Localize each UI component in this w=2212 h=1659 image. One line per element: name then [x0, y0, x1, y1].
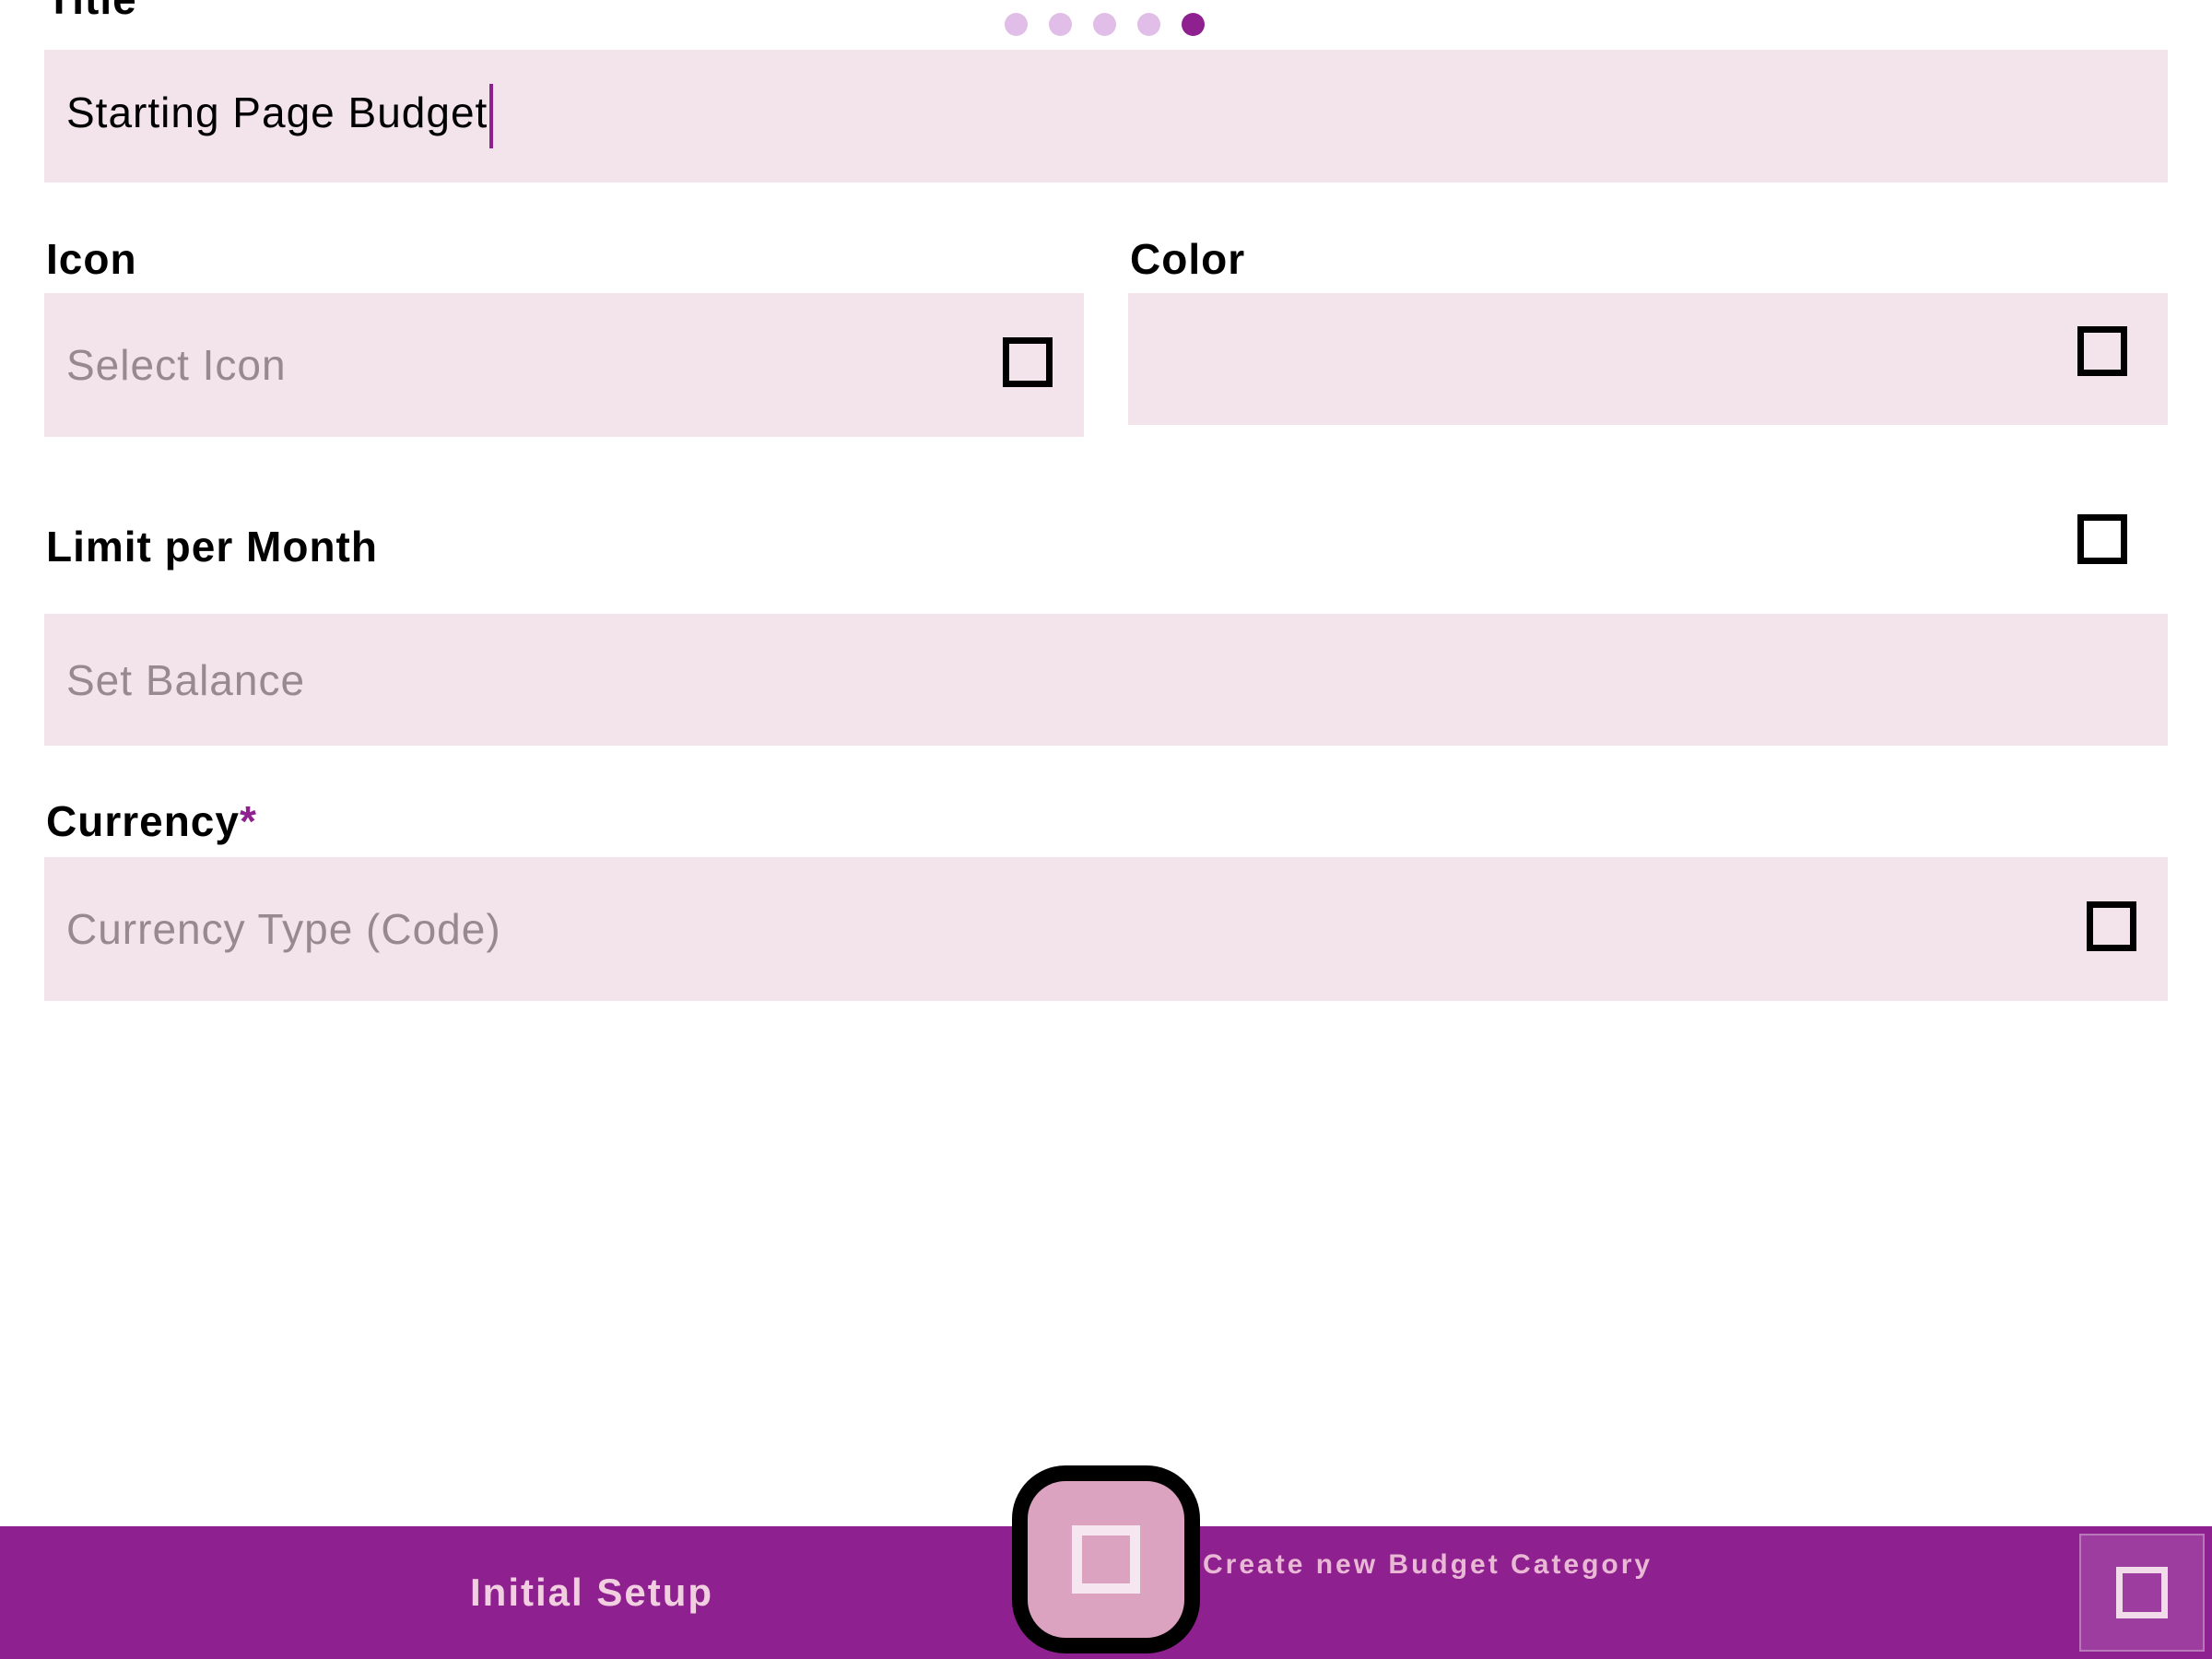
- currency-label: Currency*: [46, 796, 257, 846]
- text-caret: [489, 84, 494, 148]
- corner-menu-button[interactable]: [2079, 1534, 2205, 1652]
- fab-square-icon: [1072, 1525, 1140, 1594]
- page-dot-2[interactable]: [1049, 13, 1072, 36]
- create-category-fab[interactable]: [1012, 1465, 1200, 1653]
- required-asterisk: *: [239, 797, 257, 845]
- icon-select[interactable]: Select Icon: [44, 293, 1084, 437]
- budget-category-form-screen: Title Starting Page Budget Icon Select I…: [0, 0, 2212, 1659]
- currency-dropdown-icon[interactable]: [2087, 901, 2136, 951]
- currency-select[interactable]: Currency Type (Code): [44, 857, 2168, 1001]
- limit-label: Limit per Month: [46, 523, 378, 571]
- title-input-value: Starting Page Budget: [66, 84, 494, 148]
- limit-balance-placeholder: Set Balance: [66, 655, 306, 704]
- color-picker-field[interactable]: [1128, 293, 2168, 425]
- currency-select-placeholder: Currency Type (Code): [66, 905, 501, 953]
- color-label: Color: [1130, 235, 1246, 283]
- currency-label-text: Currency: [46, 797, 240, 845]
- page-dot-5-active[interactable]: [1182, 13, 1205, 36]
- color-picker-icon[interactable]: [2077, 326, 2127, 376]
- page-dot-1[interactable]: [1005, 13, 1028, 36]
- limit-toggle-icon[interactable]: [2077, 514, 2127, 564]
- corner-square-icon: [2116, 1567, 2168, 1618]
- tab-initial-setup[interactable]: Initial Setup: [470, 1571, 713, 1615]
- page-dot-4[interactable]: [1137, 13, 1160, 36]
- icon-select-placeholder: Select Icon: [66, 341, 287, 389]
- page-indicator: [1005, 13, 1205, 36]
- page-dot-3[interactable]: [1093, 13, 1116, 36]
- title-input[interactable]: Starting Page Budget: [44, 50, 2168, 182]
- icon-dropdown-icon[interactable]: [1003, 337, 1053, 387]
- icon-label: Icon: [46, 235, 137, 283]
- limit-balance-input[interactable]: Set Balance: [44, 614, 2168, 746]
- title-label: Title: [46, 0, 137, 24]
- fab-hint-text: Create new Budget Category: [1203, 1549, 1653, 1580]
